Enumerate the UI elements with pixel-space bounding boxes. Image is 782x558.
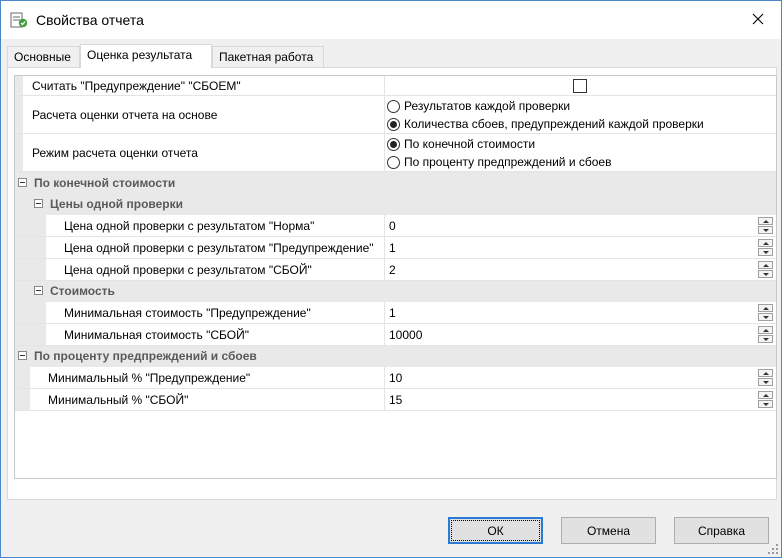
report-properties-icon — [10, 11, 28, 29]
property-row: Цена одной проверки с результатом "СБОЙ"… — [15, 259, 776, 281]
radio-option-basis-each-check[interactable]: Результатов каждой проверки — [387, 97, 570, 115]
property-row: Минимальный % "СБОЙ" 15 — [15, 389, 776, 411]
spinner[interactable] — [758, 261, 773, 278]
spin-down-icon[interactable] — [758, 226, 773, 234]
value-text[interactable]: 1 — [389, 237, 396, 258]
tab-result-evaluation[interactable]: Оценка результата — [80, 44, 212, 68]
radio-label: Количества сбоев, предупреждений каждой … — [404, 117, 704, 131]
spin-up-icon[interactable] — [758, 391, 773, 399]
close-button[interactable] — [735, 1, 781, 39]
tab-panel: Считать "Предупреждение" "СБОЕМ" Расчета… — [7, 67, 777, 500]
radio-option-mode-percent[interactable]: По проценту предпреждений и сбоев — [387, 153, 611, 171]
value-text[interactable]: 10000 — [389, 324, 422, 345]
spin-down-icon[interactable] — [758, 335, 773, 343]
value-text[interactable]: 10 — [389, 367, 402, 388]
value-text[interactable]: 1 — [389, 302, 396, 323]
subcategory-cost[interactable]: Стоимость — [15, 281, 776, 302]
property-value[interactable]: 2 — [384, 259, 776, 280]
property-row: Цена одной проверки с результатом "Преду… — [15, 237, 776, 259]
property-value[interactable]: 1 — [384, 302, 776, 323]
radio-button[interactable] — [387, 99, 400, 113]
resize-grip-icon[interactable] — [767, 543, 779, 555]
property-value[interactable]: 10000 — [384, 324, 776, 345]
radio-option-basis-counts[interactable]: Количества сбоев, предупреждений каждой … — [387, 115, 704, 133]
spinner[interactable] — [758, 217, 773, 234]
spinner[interactable] — [758, 369, 773, 386]
property-row: Минимальная стоимость "Предупреждение" 1 — [15, 302, 776, 324]
ok-button[interactable]: ОК — [448, 517, 543, 544]
dialog-window: Свойства отчета Основные Оценка результа… — [0, 0, 782, 558]
property-row: Минимальный % "Предупреждение" 10 — [15, 367, 776, 389]
category-final-cost[interactable]: По конечной стоимости — [15, 172, 776, 194]
radio-button-selected[interactable] — [387, 117, 400, 131]
count-warning-as-fail-checkbox[interactable] — [573, 79, 587, 93]
collapse-icon[interactable] — [18, 351, 27, 360]
category-label: Цены одной проверки — [50, 197, 184, 211]
value-text[interactable]: 2 — [389, 259, 396, 280]
spinner[interactable] — [758, 326, 773, 343]
title-bar: Свойства отчета — [1, 1, 781, 39]
radio-button-selected[interactable] — [387, 137, 400, 151]
spinner[interactable] — [758, 391, 773, 408]
property-value — [384, 76, 776, 95]
radio-option-mode-final-cost[interactable]: По конечной стоимости — [387, 135, 535, 153]
category-label: По проценту предпреждений и сбоев — [34, 349, 257, 363]
spin-down-icon[interactable] — [758, 378, 773, 386]
category-label: Стоимость — [50, 284, 115, 298]
radio-label: По проценту предпреждений и сбоев — [404, 155, 612, 169]
spinner[interactable] — [758, 304, 773, 321]
spin-down-icon[interactable] — [758, 270, 773, 278]
spin-up-icon[interactable] — [758, 304, 773, 312]
value-text[interactable]: 15 — [389, 389, 402, 410]
window-title: Свойства отчета — [36, 12, 144, 28]
tab-main[interactable]: Основные — [7, 46, 80, 67]
property-value: По конечной стоимости По проценту предпр… — [384, 134, 776, 171]
collapse-icon[interactable] — [34, 286, 43, 295]
category-percent[interactable]: По проценту предпреждений и сбоев — [15, 346, 776, 367]
property-label: Минимальный % "СБОЙ" — [48, 392, 189, 407]
collapse-icon[interactable] — [18, 177, 27, 187]
spin-up-icon[interactable] — [758, 239, 773, 247]
property-value[interactable]: 10 — [384, 367, 776, 388]
cancel-button[interactable]: Отмена — [561, 517, 656, 544]
category-label: По конечной стоимости — [34, 175, 176, 190]
spin-up-icon[interactable] — [758, 217, 773, 225]
collapse-icon[interactable] — [34, 199, 43, 208]
spin-up-icon[interactable] — [758, 326, 773, 334]
value-text[interactable]: 0 — [389, 215, 396, 236]
property-value: Результатов каждой проверки Количества с… — [384, 96, 776, 133]
property-label: Расчета оценки отчета на основе — [32, 107, 218, 122]
spin-down-icon[interactable] — [758, 248, 773, 256]
property-label: Режим расчета оценки отчета — [32, 145, 198, 160]
property-label: Минимальная стоимость "Предупреждение" — [64, 305, 311, 320]
property-row: Режим расчета оценки отчета По конечной … — [15, 134, 776, 172]
property-label: Цена одной проверки с результатом "Норма… — [64, 218, 315, 233]
spin-up-icon[interactable] — [758, 369, 773, 377]
tab-batch-work[interactable]: Пакетная работа — [212, 46, 324, 67]
property-value[interactable]: 1 — [384, 237, 776, 258]
spinner[interactable] — [758, 239, 773, 256]
property-row: Расчета оценки отчета на основе Результа… — [15, 96, 776, 134]
property-label: Цена одной проверки с результатом "СБОЙ" — [64, 262, 312, 277]
property-value[interactable]: 15 — [384, 389, 776, 410]
close-icon — [752, 13, 764, 28]
subcategory-check-prices[interactable]: Цены одной проверки — [15, 194, 776, 215]
spin-down-icon[interactable] — [758, 400, 773, 408]
property-label: Минимальный % "Предупреждение" — [48, 370, 251, 385]
property-row: Цена одной проверки с результатом "Норма… — [15, 215, 776, 237]
radio-button[interactable] — [387, 155, 400, 169]
spin-up-icon[interactable] — [758, 261, 773, 269]
help-button[interactable]: Справка — [674, 517, 769, 544]
property-label: Считать "Предупреждение" "СБОЕМ" — [32, 78, 241, 93]
property-label: Минимальная стоимость "СБОЙ" — [64, 327, 249, 342]
radio-label: По конечной стоимости — [404, 137, 536, 151]
property-label: Цена одной проверки с результатом "Преду… — [64, 240, 374, 255]
spin-down-icon[interactable] — [758, 313, 773, 321]
property-value[interactable]: 0 — [384, 215, 776, 236]
radio-label: Результатов каждой проверки — [404, 99, 571, 113]
property-row: Считать "Предупреждение" "СБОЕМ" — [15, 76, 776, 96]
property-row: Минимальная стоимость "СБОЙ" 10000 — [15, 324, 776, 346]
property-grid: Считать "Предупреждение" "СБОЕМ" Расчета… — [14, 75, 777, 479]
